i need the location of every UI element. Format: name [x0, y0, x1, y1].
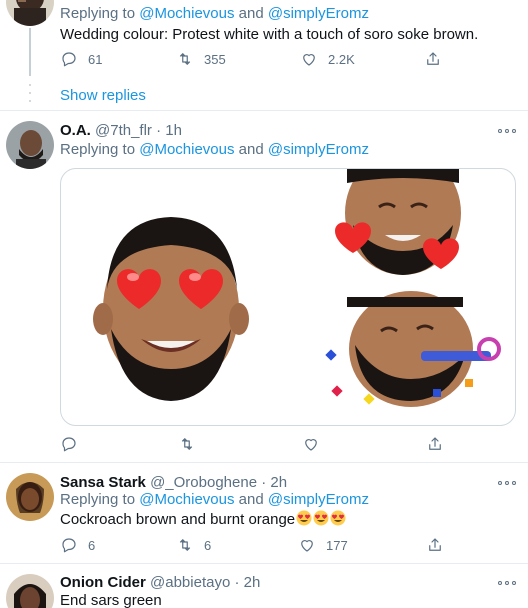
- retweet-icon: [179, 53, 191, 65]
- tweet-text: End sars green: [60, 592, 162, 608]
- mention-link[interactable]: @Mochievous: [139, 5, 234, 22]
- memoji-heart-eyes: [93, 217, 249, 401]
- share-button[interactable]: [426, 535, 444, 555]
- share-icon: [429, 437, 441, 450]
- reply-count: 61: [88, 51, 103, 67]
- replying-to: Replying to @Mochievous and @simplyEromz: [60, 491, 369, 508]
- heart-icon: [305, 439, 317, 451]
- memoji-hearts: [335, 169, 461, 275]
- replying-to: Replying to @Mochievous and @simplyEromz: [60, 5, 369, 22]
- avatar[interactable]: [6, 0, 54, 26]
- user-handle[interactable]: @abbietayo: [150, 574, 230, 591]
- retweet-icon: [181, 438, 193, 450]
- tweet-2-actions: [0, 434, 528, 458]
- avatar[interactable]: [6, 574, 54, 608]
- tweet-4[interactable]: Onion Cider @abbietayo · 2h End sars gre…: [0, 564, 528, 608]
- avatar[interactable]: [6, 473, 54, 521]
- tweet-time[interactable]: · 1h: [156, 122, 182, 139]
- like-button[interactable]: [302, 434, 320, 454]
- more-options-icon[interactable]: [498, 124, 516, 138]
- reply-icon: [62, 538, 76, 553]
- more-options-icon[interactable]: [498, 576, 516, 590]
- reply-count: 6: [88, 537, 96, 553]
- share-icon: [429, 538, 441, 551]
- retweet-button[interactable]: [178, 434, 196, 454]
- avatar[interactable]: [6, 121, 54, 169]
- retweet-count: 6: [204, 537, 212, 553]
- mention-link[interactable]: @simplyEromz: [268, 141, 369, 158]
- tweet-time[interactable]: · 2h: [234, 574, 260, 591]
- heart-eyes-emoji-icon: [330, 510, 346, 526]
- reply-button[interactable]: 61: [60, 49, 102, 69]
- show-replies-link[interactable]: Show replies: [60, 86, 146, 106]
- tweet-text: Cockroach brown and burnt orange: [60, 510, 346, 530]
- retweet-icon: [179, 539, 191, 551]
- retweet-count: 355: [204, 51, 226, 67]
- reply-icon: [62, 52, 76, 67]
- mention-link[interactable]: @simplyEromz: [268, 5, 369, 22]
- display-name[interactable]: Sansa Stark: [60, 474, 146, 491]
- like-count: 177: [326, 537, 348, 553]
- tweet-header: Onion Cider @abbietayo · 2h: [60, 573, 260, 593]
- tweet-header: O.A. @7th_flr · 1h: [60, 121, 182, 141]
- retweet-button[interactable]: 6: [176, 535, 211, 555]
- like-button[interactable]: 2.2K: [300, 49, 355, 69]
- like-count: 2.2K: [328, 51, 355, 67]
- share-icon: [427, 52, 439, 65]
- heart-icon: [301, 540, 313, 552]
- tweet-media[interactable]: [60, 168, 516, 426]
- share-button[interactable]: [424, 49, 442, 69]
- user-handle[interactable]: @7th_flr: [95, 122, 152, 139]
- mention-link[interactable]: @Mochievous: [139, 491, 234, 508]
- heart-eyes-emoji-icon: [313, 510, 329, 526]
- tweet-text: Wedding colour: Protest white with a tou…: [60, 26, 479, 43]
- like-button[interactable]: 177: [298, 535, 348, 555]
- display-name[interactable]: O.A.: [60, 122, 91, 139]
- memoji-image: [93, 169, 501, 407]
- tweet-time[interactable]: · 2h: [261, 474, 287, 491]
- share-button[interactable]: [426, 434, 444, 454]
- reply-icon: [62, 437, 76, 452]
- thread-ellipsis-icon: [28, 84, 32, 102]
- more-options-icon[interactable]: [498, 476, 516, 490]
- heart-eyes-emoji-icon: [296, 510, 312, 526]
- reply-button[interactable]: 6: [60, 535, 95, 555]
- user-handle[interactable]: @_Oroboghene: [150, 474, 257, 491]
- tweet-1[interactable]: Replying to @Mochievous and @simplyEromz…: [0, 0, 528, 110]
- mention-link[interactable]: @simplyEromz: [268, 491, 369, 508]
- heart-icon: [303, 54, 315, 66]
- retweet-button[interactable]: 355: [176, 49, 226, 69]
- memoji-party: [325, 291, 501, 407]
- reply-button[interactable]: [60, 434, 78, 454]
- replying-to: Replying to @Mochievous and @simplyEromz: [60, 141, 369, 158]
- thread-line: [29, 28, 31, 76]
- mention-link[interactable]: @Mochievous: [139, 141, 234, 158]
- tweet-3[interactable]: Sansa Stark @_Oroboghene · 2h Replying t…: [0, 463, 528, 563]
- display-name[interactable]: Onion Cider: [60, 574, 146, 591]
